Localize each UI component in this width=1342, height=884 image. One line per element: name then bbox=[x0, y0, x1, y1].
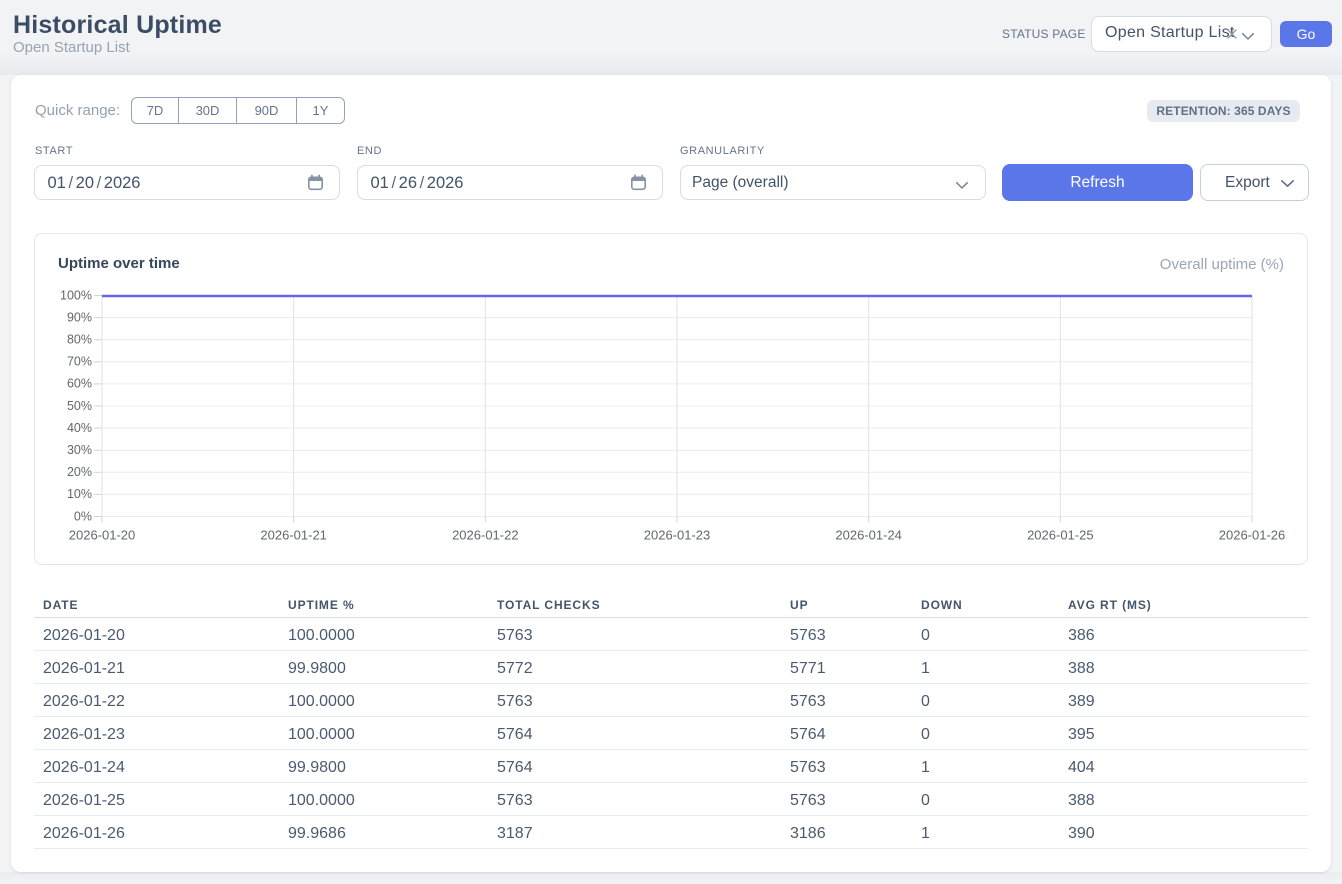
svg-text:2026-01-25: 2026-01-25 bbox=[1027, 528, 1094, 543]
svg-text:10%: 10% bbox=[67, 487, 92, 501]
svg-text:2026-01-21: 2026-01-21 bbox=[260, 528, 327, 543]
svg-text:2026-01-23: 2026-01-23 bbox=[644, 528, 711, 543]
svg-text:50%: 50% bbox=[67, 399, 92, 413]
svg-text:30%: 30% bbox=[67, 443, 92, 457]
svg-text:60%: 60% bbox=[67, 377, 92, 391]
svg-text:20%: 20% bbox=[67, 465, 92, 479]
svg-text:80%: 80% bbox=[67, 333, 92, 347]
svg-text:0%: 0% bbox=[74, 509, 92, 523]
svg-text:100%: 100% bbox=[60, 288, 92, 302]
svg-text:2026-01-22: 2026-01-22 bbox=[452, 528, 519, 543]
svg-text:2026-01-20: 2026-01-20 bbox=[69, 528, 136, 543]
svg-text:90%: 90% bbox=[67, 310, 92, 324]
svg-text:2026-01-26: 2026-01-26 bbox=[1219, 528, 1286, 543]
svg-text:70%: 70% bbox=[67, 355, 92, 369]
svg-text:40%: 40% bbox=[67, 421, 92, 435]
svg-text:2026-01-24: 2026-01-24 bbox=[835, 528, 902, 543]
